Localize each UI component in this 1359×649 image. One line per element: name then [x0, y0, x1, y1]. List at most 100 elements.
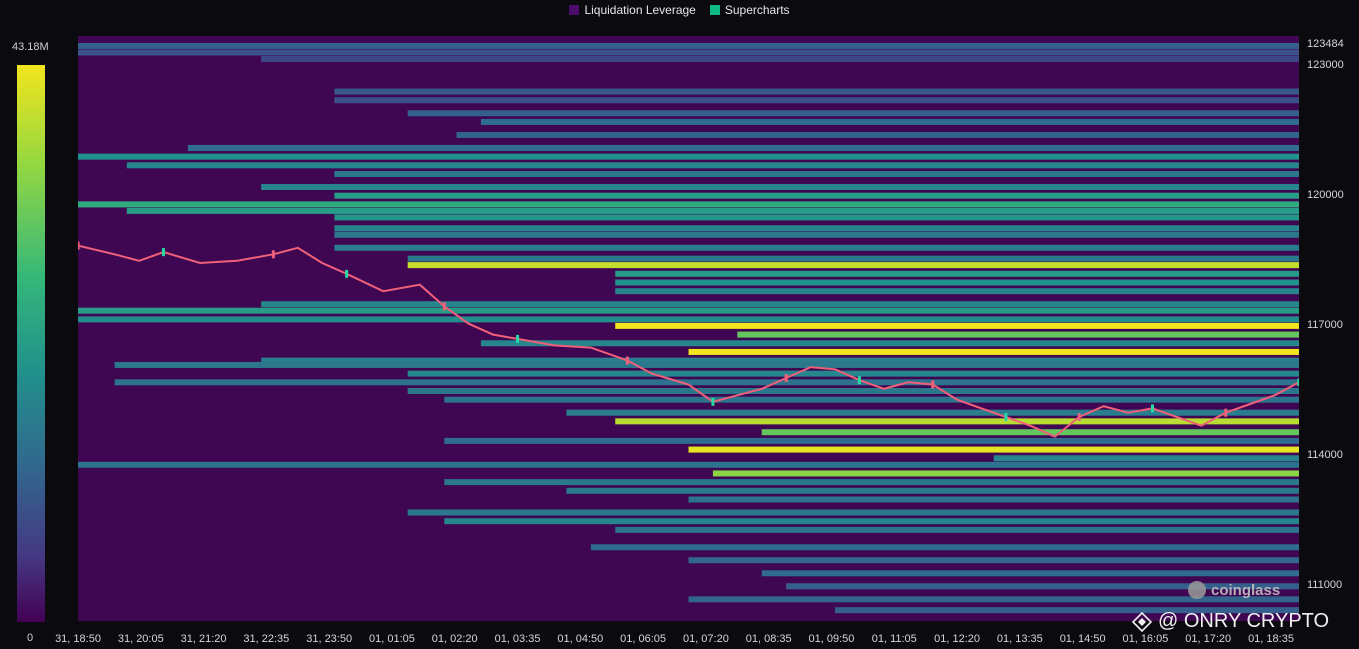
candle [516, 334, 520, 343]
x-tick-label: 01, 12:20 [934, 633, 980, 645]
x-tick-label: 01, 16:05 [1122, 633, 1169, 645]
candle [271, 250, 275, 259]
candle [1004, 413, 1008, 422]
liquidation-band[interactable] [78, 42, 1299, 49]
liquidation-band[interactable] [615, 279, 1299, 286]
liquidation-band[interactable] [566, 409, 1299, 416]
liquidation-band[interactable] [78, 307, 1299, 314]
watermark-brand: coinglass [1211, 581, 1281, 599]
liquidation-band[interactable] [187, 144, 1299, 151]
x-tick-label: 01, 17:20 [1185, 633, 1232, 645]
liquidation-band[interactable] [334, 231, 1299, 238]
liquidation-band[interactable] [407, 255, 1299, 262]
liquidation-band[interactable] [737, 331, 1299, 338]
liquidation-band[interactable] [444, 518, 1299, 525]
liquidation-band[interactable] [334, 244, 1299, 251]
liquidation-band[interactable] [456, 131, 1299, 138]
liquidation-band[interactable] [78, 316, 1299, 323]
liquidation-band[interactable] [688, 557, 1300, 564]
liquidation-band[interactable] [407, 387, 1299, 394]
x-tick-label: 01, 01:05 [369, 633, 415, 645]
liquidation-band[interactable] [78, 201, 1299, 208]
liquidation-band[interactable] [444, 396, 1299, 403]
candle [345, 269, 349, 278]
liquidation-band[interactable] [407, 370, 1299, 377]
liquidation-band[interactable] [126, 207, 1299, 214]
x-tick-label: 01, 02:20 [431, 633, 478, 645]
liquidation-band[interactable] [261, 184, 1299, 191]
candle [78, 241, 80, 250]
x-tick-label: 31, 22:35 [243, 633, 290, 645]
liquidation-band[interactable] [334, 88, 1299, 95]
chart-root: { "legend":{"items":[{"label":"Liquidati… [0, 0, 1359, 649]
liquidation-band[interactable] [334, 97, 1299, 104]
x-tick-label: 01, 18:35 [1248, 633, 1294, 645]
liquidation-band[interactable] [78, 153, 1299, 160]
liquidation-band[interactable] [407, 110, 1299, 117]
liquidation-band[interactable] [761, 429, 1299, 436]
colorbar-max-label: 43.18M [12, 41, 49, 53]
liquidation-band[interactable] [615, 526, 1299, 533]
heatmap-svg [78, 42, 1300, 614]
signature-text: @ ONRY CRYPTO [1158, 610, 1330, 632]
legend-swatch-purple [569, 5, 580, 15]
liquidation-band[interactable] [261, 56, 1299, 63]
liquidation-band[interactable] [334, 171, 1299, 178]
liquidation-band[interactable] [615, 270, 1299, 277]
legend-item-liquidation-leverage[interactable]: Liquidation Leverage [569, 2, 696, 18]
liquidation-band[interactable] [615, 322, 1299, 329]
colorbar [17, 65, 45, 622]
liquidation-band[interactable] [993, 455, 1299, 462]
x-tick-label: 01, 04:50 [557, 633, 604, 645]
liquidation-band[interactable] [114, 379, 1299, 386]
liquidation-band[interactable] [761, 570, 1299, 577]
liquidation-band[interactable] [480, 118, 1299, 125]
liquidation-band[interactable] [615, 288, 1299, 295]
liquidation-band[interactable] [590, 544, 1299, 551]
candle [784, 373, 788, 382]
liquidation-band[interactable] [334, 214, 1299, 221]
y-tick-label: 117000 [1307, 318, 1343, 331]
candle [857, 376, 861, 385]
y-tick-label: 114000 [1307, 449, 1343, 462]
candle [1297, 378, 1299, 387]
candle [1150, 404, 1154, 413]
liquidation-band[interactable] [688, 446, 1300, 453]
candle [1224, 408, 1228, 417]
liquidation-band[interactable] [407, 262, 1299, 269]
x-tick-label: 31, 18:50 [55, 633, 101, 645]
liquidation-band[interactable] [480, 340, 1299, 347]
candle [161, 248, 165, 257]
y-tick-label: 123000 [1307, 58, 1344, 71]
chart-legend: Liquidation Leverage Supercharts [0, 2, 1359, 18]
diamond-logo-icon [1132, 611, 1152, 632]
liquidation-band[interactable] [114, 361, 1299, 368]
liquidation-band[interactable] [334, 225, 1299, 232]
liquidation-band[interactable] [688, 348, 1300, 355]
x-tick-label: 01, 09:50 [808, 633, 855, 645]
liquidation-band[interactable] [334, 192, 1299, 199]
x-tick-label: 01, 11:05 [871, 633, 917, 645]
liquidation-band[interactable] [126, 162, 1299, 169]
liquidation-band[interactable] [261, 301, 1299, 308]
onry-crypto-signature: @ ONRY CRYPTO [1132, 610, 1329, 633]
legend-swatch-green [709, 5, 720, 15]
candle [711, 397, 715, 406]
liquidation-band[interactable] [688, 496, 1300, 503]
liquidation-band[interactable] [444, 437, 1299, 444]
legend-item-supercharts[interactable]: Supercharts [709, 2, 790, 18]
liquidation-band[interactable] [444, 479, 1299, 486]
liquidation-band[interactable] [78, 461, 1299, 468]
liquidation-band[interactable] [407, 509, 1299, 516]
liquidation-band[interactable] [566, 487, 1299, 494]
legend-label: Liquidation Leverage [584, 3, 696, 17]
x-tick-label: 01, 03:35 [494, 633, 541, 645]
liquidation-band[interactable] [712, 470, 1299, 477]
liquidation-band[interactable] [78, 49, 1299, 56]
y-tick-label: 120000 [1307, 188, 1344, 201]
heatmap-plot-area[interactable] [78, 36, 1299, 621]
x-tick-label: 01, 07:20 [682, 633, 729, 645]
y-tick-label: 111000 [1307, 579, 1343, 592]
coinglass-watermark: coinglass [1188, 581, 1280, 599]
x-tick-label: 01, 13:35 [996, 633, 1043, 645]
